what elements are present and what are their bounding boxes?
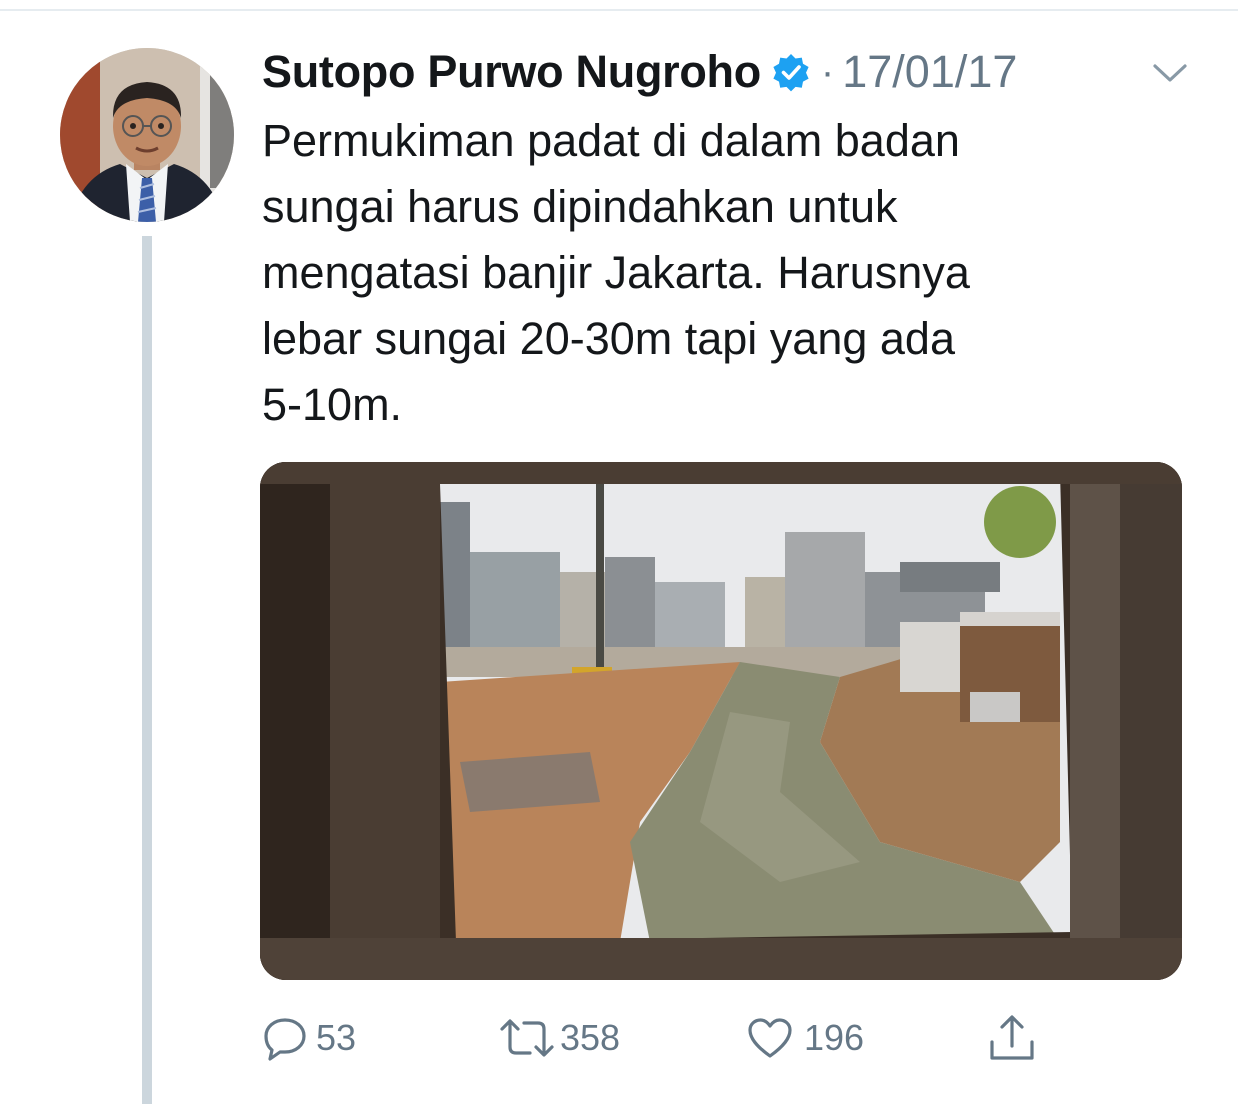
like-button[interactable]: 196: [746, 1010, 864, 1066]
thread-line: [142, 236, 152, 1104]
reply-button[interactable]: 53: [262, 1010, 356, 1066]
tweet-date[interactable]: 17/01/17: [842, 46, 1017, 98]
retweet-icon: [498, 1015, 556, 1061]
tweet-header: Sutopo Purwo Nugroho · 17/01/17: [262, 40, 1017, 104]
tweet-text-line: Permukiman padat di dalam badan: [262, 115, 960, 166]
avatar[interactable]: [60, 48, 234, 222]
share-icon: [986, 1012, 1038, 1064]
retweet-button[interactable]: 358: [498, 1010, 620, 1066]
separator-dot: ·: [820, 49, 835, 94]
reply-icon: [262, 1015, 308, 1061]
reply-count: 53: [316, 1017, 357, 1058]
tweet-text-line: mengatasi banjir Jakarta. Harusnya: [262, 247, 970, 298]
tweet-text-line: lebar sungai 20-30m tapi yang ada: [262, 313, 955, 364]
share-button[interactable]: [986, 1010, 1038, 1066]
chevron-down-icon[interactable]: [1150, 60, 1190, 86]
verified-badge-icon: [771, 52, 811, 92]
top-divider: [0, 9, 1238, 11]
like-count: 196: [804, 1017, 865, 1058]
tweet-text-line: 5-10m.: [262, 379, 403, 430]
tweet-photo[interactable]: [260, 462, 1182, 980]
heart-icon: [746, 1016, 794, 1060]
tweet-text-line: sungai harus dipindahkan untuk: [262, 181, 898, 232]
retweet-count: 358: [560, 1017, 621, 1058]
author-name[interactable]: Sutopo Purwo Nugroho: [262, 46, 761, 98]
tweet-text: Permukiman padat di dalam badan sungai h…: [262, 108, 1162, 438]
tweet-actions: 53 358 196: [0, 1000, 1238, 1080]
